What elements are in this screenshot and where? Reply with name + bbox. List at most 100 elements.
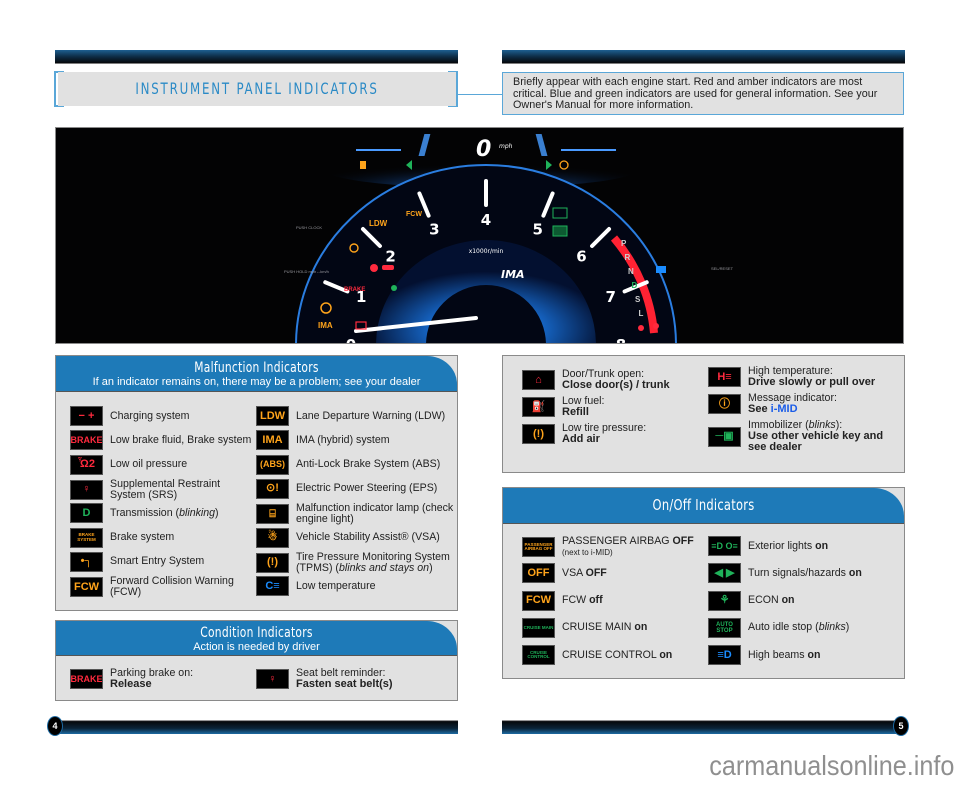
onoff-item-label: CRUISE CONTROL on	[562, 649, 672, 661]
action-text: Fasten seat belt(s)	[296, 678, 393, 690]
malfunction-item: Ὦ2 Low oil pressure	[70, 454, 255, 475]
label-text: High beams	[748, 648, 805, 661]
imid-link[interactable]: i-MID	[771, 403, 798, 415]
label-text: FCW	[562, 594, 587, 607]
onoff-item-label: High beams on	[748, 648, 821, 661]
watermark: carmanualsonline.info	[708, 750, 954, 781]
malfunction-item-label: Tire Pressure Monitoring System (TPMS) (…	[296, 550, 450, 574]
label-text: Brake system	[110, 531, 175, 543]
malfunction-item: ⊙! Electric Power Steering (EPS)	[256, 478, 456, 499]
condition-item-label: High temperature: Drive slowly or pull ov…	[748, 366, 875, 388]
dashboard-photo: 0 mph 012345678 x1000r/min IMA PRNDSL LD…	[55, 127, 904, 344]
speed-unit: mph	[499, 143, 513, 150]
state-text: on	[807, 648, 821, 661]
label-text: Low temperature	[296, 579, 376, 592]
dash-ima-lamp: IMA	[318, 321, 333, 330]
tach-tick-label: 5	[532, 221, 542, 239]
tach-tick-label: 8	[616, 336, 626, 344]
turn-signal-icon: ◀ ▶	[708, 563, 741, 584]
onoff-item-label: CRUISE MAIN on	[562, 622, 647, 633]
ima-icon: IMA	[256, 430, 289, 451]
econ-icon: ⚘	[708, 590, 741, 611]
fcw-icon: FCW	[70, 577, 103, 598]
eps-icon: ⊙!	[256, 478, 289, 499]
malfunction-item: LDW Lane Departure Warning (LDW)	[256, 406, 456, 426]
malfunction-item-label: Malfunction indicator lamp (check engine…	[296, 503, 456, 525]
label-text: Turn signals/hazards	[748, 566, 846, 579]
label-text: Anti-Lock Brake System (ABS)	[296, 458, 441, 471]
malfunction-subtitle: If an indicator remains on, there may be…	[92, 376, 421, 388]
tach-tick-label: 3	[429, 221, 439, 239]
oil-can-icon: Ὦ2	[70, 454, 103, 475]
state-text: on	[634, 621, 648, 634]
condition-item: ─▣ Immobilizer (blinks): Use other vehicle…	[708, 420, 903, 453]
malfunction-panel: Malfunction Indicators If an indicator r…	[55, 355, 458, 611]
high-beam-icon: ≡D	[708, 645, 741, 666]
gear-letter: P	[621, 239, 627, 248]
vsa-icon: ☃	[256, 527, 289, 548]
fuel-icon: ⛽	[522, 397, 555, 417]
label-text: Low oil pressure	[110, 458, 188, 471]
action-text: Close door(s) / trunk	[562, 379, 670, 391]
intro-text: Briefly appear with each engine start. R…	[502, 72, 904, 115]
malfunction-item-label: Brake system	[110, 532, 174, 543]
label-text: Charging system	[110, 409, 190, 422]
airbag-icon: ♀	[70, 479, 103, 500]
condition-item: ⛽ Low fuel: Refill	[522, 396, 707, 418]
malfunction-item: − + Charging system	[70, 406, 255, 426]
condition-item-label: Door/Trunk open: Close door(s) / trunk	[562, 369, 670, 391]
brake-system-icon: BRAKE SYSTEM	[70, 527, 103, 548]
onoff-item-label: Turn signals/hazards on	[748, 566, 862, 579]
auto-stop-icon: AUTO STOP	[708, 617, 741, 638]
label-text: PASSENGER AIRBAG	[562, 535, 670, 547]
dash-seatbelt-lamp	[638, 325, 644, 331]
label-text: CRUISE MAIN	[562, 621, 632, 634]
action-text: Use other vehicle key and see dealer	[748, 430, 884, 453]
seatbelt-icon: ♀	[256, 669, 289, 689]
onoff-item-label: PASSENGER AIRBAG OFF (next to i-MID)	[562, 536, 694, 558]
immobilizer-icon: ─▣	[708, 426, 741, 447]
high-temp-icon: H≡	[708, 367, 741, 387]
dash-high-beam-lamp	[656, 266, 666, 273]
smart-entry-icon: •┐	[70, 551, 103, 572]
malfunction-item-label: Smart Entry System	[110, 556, 204, 567]
gear-letter: N	[628, 267, 634, 276]
dash-ldw-lamp: LDW	[369, 219, 388, 228]
note-text: (next to i-MID)	[562, 548, 613, 557]
dash-trunk-lamp	[382, 265, 394, 270]
ldw-icon: LDW	[256, 406, 289, 426]
malfunction-item-label: Lane Departure Warning (LDW)	[296, 410, 445, 422]
dash-door-lamp	[370, 264, 378, 272]
tpms-icon: (!)	[256, 552, 289, 573]
action-text: Add air	[562, 433, 600, 445]
onoff-item: FCW FCW off	[522, 590, 707, 611]
label-emphasis: blinks	[818, 621, 846, 634]
tire-pressure-icon: (!)	[522, 424, 555, 444]
condition-title: Condition Indicators	[200, 625, 313, 641]
state-text: off	[589, 594, 603, 607]
battery-icon: − +	[70, 406, 103, 426]
label-text: VSA	[562, 566, 583, 579]
condition-item: ♀ Seat belt reminder: Fasten seat belt(s)	[256, 668, 456, 690]
tach-tick-label: 2	[385, 248, 395, 266]
condition-item: ⓘ Message indicator: See i-MID	[708, 393, 903, 415]
malfunction-item: ♀ Supplemental Restraint System (SRS)	[70, 478, 255, 501]
tach-tick-label: 7	[606, 288, 616, 306]
low-temp-icon: C≡	[256, 576, 289, 597]
condition-item-label: Message indicator: See i-MID	[748, 393, 837, 415]
onoff-item: AUTO STOP Auto idle stop (blinks)	[708, 617, 903, 638]
malfunction-item: D Transmission (blinking)	[70, 503, 255, 524]
gear-letter: L	[639, 309, 644, 318]
malfunction-item: ⌸ Malfunction indicator lamp (check engin…	[256, 503, 456, 525]
malfunction-title: Malfunction Indicators	[194, 360, 319, 376]
condition-subtitle: Action is needed by driver	[193, 641, 320, 653]
onoff-item: ◀ ▶ Turn signals/hazards on	[708, 563, 903, 584]
title-box: INSTRUMENT PANEL INDICATORS	[58, 72, 456, 106]
parking-brake-icon: BRAKE	[70, 669, 103, 689]
malfunction-item-label: IMA (hybrid) system	[296, 434, 390, 446]
label-text: Exterior lights	[748, 539, 813, 552]
condition-continued-panel: ⌂ Door/Trunk open: Close door(s) / trunk ⛽ L…	[502, 355, 905, 473]
malfunction-item: C≡ Low temperature	[256, 576, 456, 597]
title-connector	[458, 94, 502, 95]
malfunction-item-label: Anti-Lock Brake System (ABS)	[296, 459, 440, 470]
